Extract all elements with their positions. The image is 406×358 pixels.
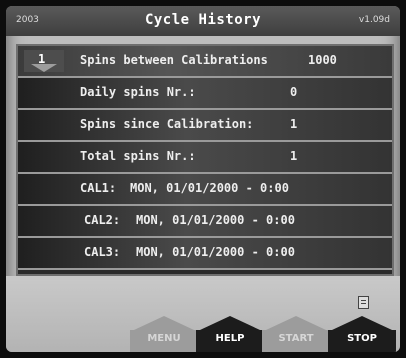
help-button[interactable]: HELP — [196, 316, 264, 352]
stop-key-arrow-icon — [332, 316, 392, 330]
softkey-area: MENU HELP START STOP — [6, 276, 400, 352]
row-label: CAL1: — [80, 181, 117, 195]
help-key-arrow-icon — [200, 316, 260, 330]
start-label: START — [278, 333, 314, 344]
menu-button[interactable]: MENU — [130, 316, 198, 352]
row-value: MON, 01/01/2000 - 0:00 — [136, 245, 295, 259]
row-spins-since-calibration: Spins since Calibration: 1 — [18, 110, 392, 142]
row-cal2: CAL2: MON, 01/01/2000 - 0:00 — [18, 206, 392, 238]
help-label: HELP — [215, 333, 245, 344]
row-value: MON, 01/01/2000 - 0:00 — [130, 181, 289, 195]
stop-label: STOP — [347, 333, 377, 344]
row-cal1: CAL1: MON, 01/01/2000 - 0:00 — [18, 174, 392, 206]
row-value: 1 — [290, 117, 298, 131]
cycle-history-panel: 1 Spins between Calibrations 1000 Daily … — [16, 44, 394, 276]
row-label: Spins between Calibrations — [80, 53, 268, 67]
row-value: MON, 01/01/2000 - 0:00 — [136, 213, 295, 227]
page-title: Cycle History — [144, 12, 262, 28]
title-bar: 2003 Cycle History v1.09d — [6, 6, 400, 36]
version-label: v1.09d — [358, 15, 390, 25]
start-key-arrow-icon — [266, 316, 326, 330]
menu-label: MENU — [147, 333, 181, 344]
row-label: Total spins Nr.: — [80, 149, 196, 163]
down-arrow-icon — [31, 64, 57, 72]
row-spins-between-calibrations[interactable]: 1 Spins between Calibrations 1000 — [18, 46, 392, 78]
row-value: 1000 — [308, 53, 337, 67]
device-screen: 2003 Cycle History v1.09d 1 Spins betwee… — [6, 6, 400, 352]
row-label: CAL3: — [84, 245, 121, 259]
row-cal3: CAL3: MON, 01/01/2000 - 0:00 — [18, 238, 392, 270]
start-button[interactable]: START — [262, 316, 330, 352]
stop-button[interactable]: STOP — [328, 316, 396, 352]
menu-key-arrow-icon — [134, 316, 194, 330]
document-icon — [358, 296, 369, 309]
row-label: Spins since Calibration: — [80, 117, 254, 131]
row-label: CAL2: — [84, 213, 121, 227]
row-daily-spins: Daily spins Nr.: 0 — [18, 78, 392, 110]
row-total-spins: Total spins Nr.: 1 — [18, 142, 392, 174]
row-value: 0 — [290, 85, 298, 99]
row-label: Daily spins Nr.: — [80, 85, 196, 99]
row-value: 1 — [290, 149, 298, 163]
page-number-tab[interactable]: 1 — [24, 50, 64, 72]
